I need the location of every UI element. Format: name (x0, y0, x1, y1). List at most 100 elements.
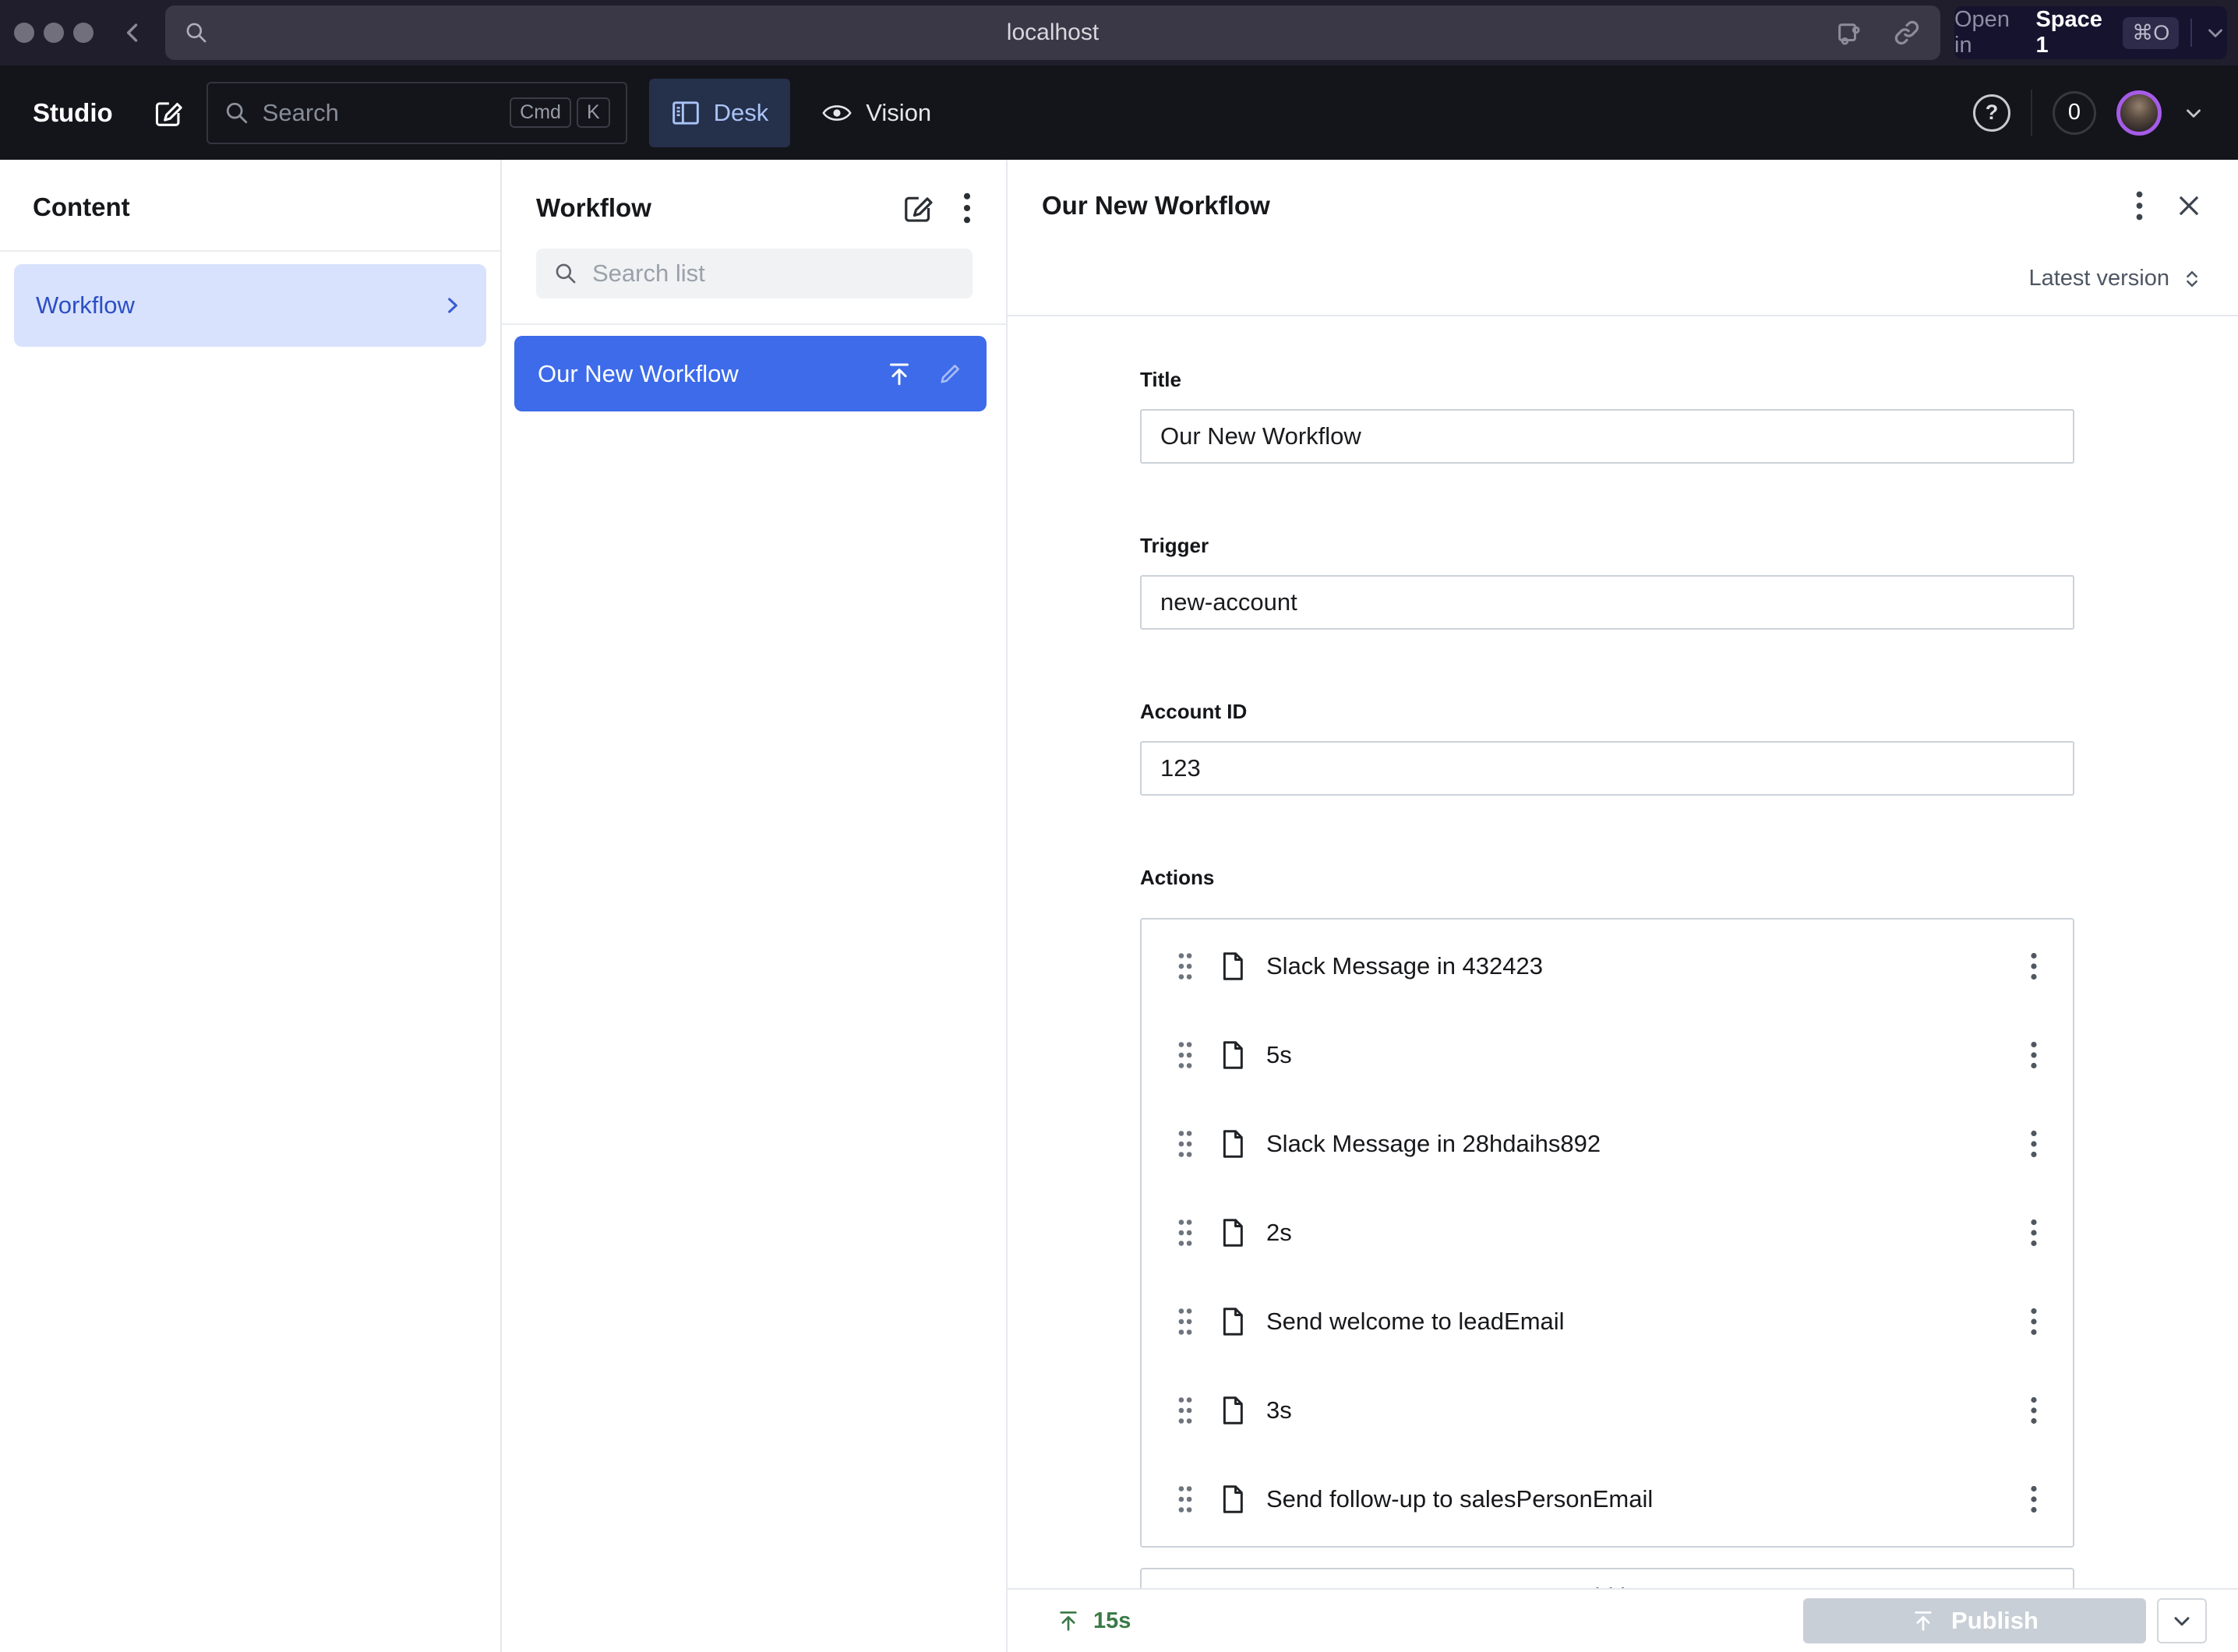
close-window-button[interactable] (14, 23, 34, 43)
action-row-menu-button[interactable] (2029, 1395, 2039, 1426)
list-item-our-new-workflow[interactable]: Our New Workflow (514, 336, 987, 411)
publish-label: Publish (1951, 1607, 2039, 1635)
publish-button[interactable]: Publish (1803, 1598, 2146, 1643)
tab-desk-label: Desk (714, 99, 769, 127)
avatar[interactable] (2116, 90, 2162, 136)
tab-vision[interactable]: Vision (800, 79, 953, 147)
sidebar-item-workflow[interactable]: Workflow (14, 264, 486, 347)
main-area: Content Workflow Workflow (0, 160, 2238, 1652)
open-in-label: Open in (1954, 7, 2025, 58)
kebab-menu-icon (2029, 1040, 2039, 1071)
space-name: Space 1 (2035, 7, 2113, 58)
actions-list: Slack Message in 432423 5s (1140, 918, 2074, 1548)
action-row-menu-button[interactable] (2029, 1128, 2039, 1160)
document-icon (1220, 1306, 1246, 1337)
document-menu-button[interactable] (2134, 189, 2144, 222)
field-account-id: Account ID (1140, 700, 2074, 796)
list-search-input[interactable] (592, 259, 955, 288)
action-row[interactable]: 3s (1142, 1366, 2073, 1455)
search-shortcut: Cmd K (510, 97, 609, 128)
action-row[interactable]: 2s (1142, 1188, 2073, 1277)
drag-handle-icon[interactable] (1176, 1040, 1195, 1071)
drag-handle-icon[interactable] (1176, 1306, 1195, 1337)
kebab-menu-icon (962, 191, 973, 225)
create-new-document-button[interactable] (901, 191, 935, 225)
drag-handle-icon[interactable] (1176, 1484, 1195, 1515)
tool-tabs: Desk Vision (649, 79, 954, 147)
extensions-puzzle-icon[interactable] (1833, 18, 1862, 48)
url-bar[interactable]: localhost (165, 5, 1940, 60)
document-icon (1220, 1040, 1246, 1071)
desk-columns-icon (671, 98, 701, 128)
publish-menu-button[interactable] (2157, 1598, 2207, 1643)
field-trigger: Trigger (1140, 534, 2074, 630)
list-menu-button[interactable] (962, 191, 973, 225)
action-row-label: 2s (1266, 1219, 2029, 1247)
version-select[interactable]: Latest version (2028, 266, 2169, 291)
notifications-badge[interactable]: 0 (2053, 91, 2096, 135)
open-in-space-button[interactable]: Open in Space 1 ⌘O (1954, 6, 2227, 59)
content-pane-title: Content (33, 192, 468, 222)
eye-icon (821, 101, 852, 125)
list-item-label: Our New Workflow (538, 360, 862, 388)
document-icon (1220, 1217, 1246, 1248)
help-button[interactable]: ? (1973, 94, 2010, 132)
back-icon[interactable] (120, 19, 146, 46)
search-icon (224, 100, 250, 126)
close-pane-button[interactable] (2174, 191, 2204, 221)
action-row[interactable]: Slack Message in 432423 (1142, 922, 2073, 1011)
minimize-window-button[interactable] (44, 23, 64, 43)
document-icon (1220, 951, 1246, 982)
global-search[interactable]: Cmd K (207, 82, 627, 144)
field-label: Account ID (1140, 700, 2074, 724)
tab-desk[interactable]: Desk (649, 79, 791, 147)
kebab-menu-icon (2029, 1484, 2039, 1515)
global-search-input[interactable] (263, 99, 498, 127)
action-row-menu-button[interactable] (2029, 1217, 2039, 1248)
trigger-field[interactable] (1140, 575, 2074, 630)
title-field[interactable] (1140, 409, 2074, 464)
action-row-menu-button[interactable] (2029, 1484, 2039, 1515)
duration-label: 15s (1093, 1608, 1131, 1634)
list-pane-title: Workflow (536, 193, 651, 223)
action-row-label: 5s (1266, 1041, 2029, 1069)
action-row[interactable]: Slack Message in 28hdaihs892 (1142, 1100, 2073, 1188)
chevron-right-icon (441, 294, 464, 317)
list-search[interactable] (536, 249, 973, 298)
action-row[interactable]: 5s (1142, 1011, 2073, 1100)
action-row[interactable]: Send follow-up to salesPersonEmail (1142, 1455, 2073, 1544)
chevron-down-icon[interactable] (2204, 21, 2227, 44)
drag-handle-icon[interactable] (1176, 1128, 1195, 1160)
action-row-menu-button[interactable] (2029, 951, 2039, 982)
action-row-label: 3s (1266, 1396, 2029, 1424)
cmd-keycap: Cmd (510, 97, 571, 128)
duration-badge: 15s (1056, 1608, 1131, 1634)
drag-handle-icon[interactable] (1176, 951, 1195, 982)
action-row-menu-button[interactable] (2029, 1306, 2039, 1337)
document-icon (1220, 1128, 1246, 1160)
sidebar-item-label: Workflow (36, 291, 441, 319)
content-pane-header: Content (0, 160, 500, 252)
document-pane: Our New Workflow Latest version Title (1008, 160, 2238, 1652)
zoom-window-button[interactable] (73, 23, 94, 43)
compose-icon (901, 191, 935, 225)
action-row[interactable]: Send welcome to leadEmail (1142, 1277, 2073, 1366)
list-pane-header: Workflow (502, 160, 1006, 325)
tab-vision-label: Vision (866, 99, 931, 127)
drag-handle-icon[interactable] (1176, 1395, 1195, 1426)
close-icon (2174, 191, 2204, 221)
document-title: Our New Workflow (1042, 191, 1270, 221)
account-id-field[interactable] (1140, 741, 2074, 796)
divider (2190, 19, 2192, 47)
new-document-compose-button[interactable] (152, 97, 185, 129)
action-row-label: Slack Message in 432423 (1266, 952, 2029, 980)
drag-handle-icon[interactable] (1176, 1217, 1195, 1248)
field-label: Title (1140, 368, 2074, 392)
add-item-button[interactable]: Add item... (1140, 1568, 2074, 1588)
chevron-down-icon[interactable] (2182, 101, 2205, 125)
link-icon[interactable] (1892, 18, 1922, 48)
add-item-label: Add item... (1570, 1583, 1686, 1588)
select-updown-icon[interactable] (2180, 267, 2204, 291)
action-row-menu-button[interactable] (2029, 1040, 2039, 1071)
kebab-menu-icon (2029, 951, 2039, 982)
